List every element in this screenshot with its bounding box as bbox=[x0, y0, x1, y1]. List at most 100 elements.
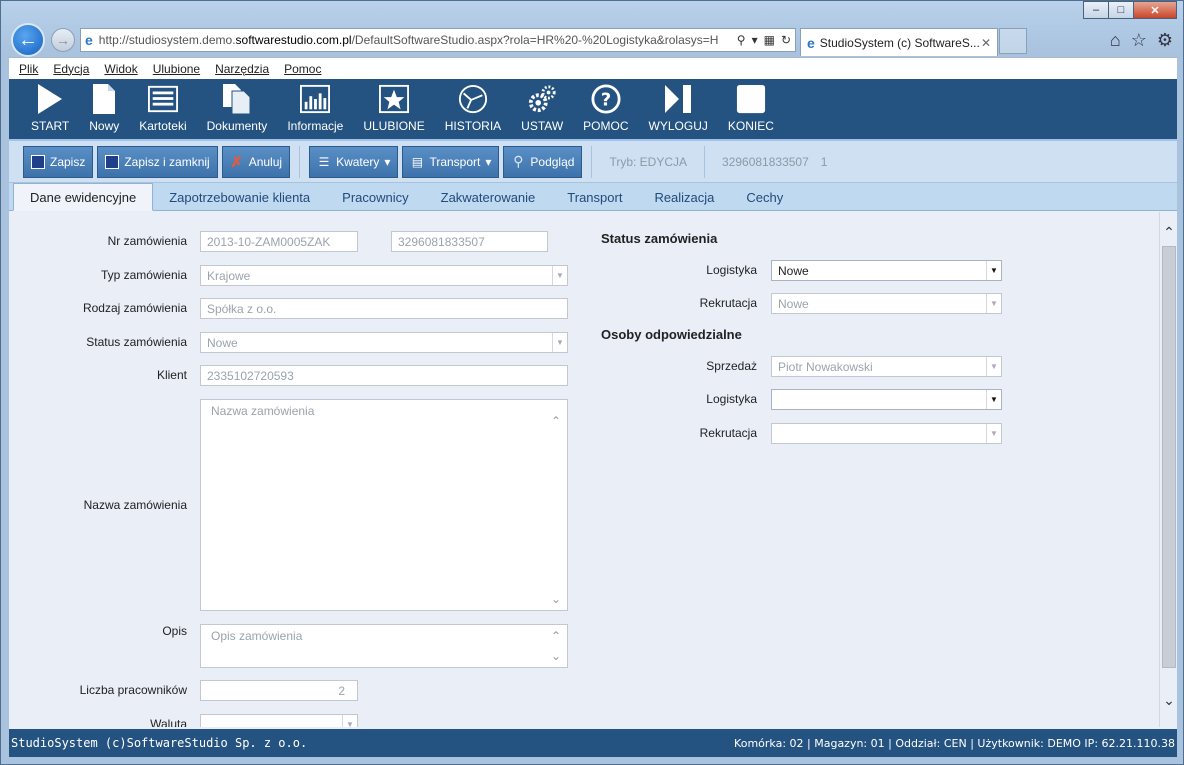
toolbar-koniec-label: KONIEC bbox=[727, 119, 774, 133]
menu-narzedzia[interactable]: Narzędzia bbox=[215, 62, 269, 76]
forward-button[interactable]: → bbox=[51, 28, 75, 52]
nr-field[interactable]: 2013-10-ZAM0005ZAK bbox=[200, 231, 358, 252]
status-logistics-dropdown-icon[interactable]: ▼ bbox=[986, 261, 1001, 280]
menu-pomoc[interactable]: Pomoc bbox=[284, 62, 321, 76]
toolbar-ustaw-label: USTAW bbox=[521, 119, 564, 133]
currency-dropdown-icon[interactable]: ▼ bbox=[342, 715, 357, 727]
forward-arrow-icon: → bbox=[56, 32, 70, 48]
scroll-down-arrow-icon[interactable]: ⌄ bbox=[1162, 692, 1176, 708]
toolbar-separator bbox=[299, 145, 301, 178]
menu-edycja[interactable]: Edycja bbox=[53, 62, 89, 76]
save-label: Zapisz bbox=[50, 154, 86, 169]
nr-field-2[interactable]: 3296081833507 bbox=[391, 231, 548, 252]
tab-zakwaterowanie[interactable]: Zakwaterowanie bbox=[425, 184, 552, 210]
status-logistics-select[interactable]: Nowe ▼ bbox=[771, 260, 1002, 281]
kind-label: Rodzaj zamówienia bbox=[82, 301, 187, 315]
name-textarea[interactable]: Nazwa zamówienia ⌃ ⌄ bbox=[200, 399, 568, 611]
menu-plik[interactable]: Plik bbox=[19, 62, 38, 76]
tab-transport[interactable]: Transport bbox=[551, 184, 638, 210]
toolbar-ulubione[interactable]: ULUBIONE bbox=[353, 79, 434, 139]
toolbar-nowy[interactable]: Nowy bbox=[79, 79, 129, 139]
address-bar[interactable]: e http://studiosystem.demo.softwarestudi… bbox=[80, 28, 796, 52]
close-window-button[interactable]: ✕ bbox=[1133, 1, 1177, 19]
close-tab-icon[interactable]: ✕ bbox=[981, 36, 991, 50]
new-tab-button[interactable] bbox=[999, 28, 1027, 54]
persons-recruit-select[interactable]: ▼ bbox=[771, 423, 1002, 444]
compat-view-icon[interactable]: ▦ bbox=[764, 33, 775, 47]
toolbar-dokumenty[interactable]: Dokumenty bbox=[197, 79, 278, 139]
cancel-button[interactable]: ✗ Anuluj bbox=[221, 145, 291, 178]
browser-tab[interactable]: e StudioSystem (c) SoftwareS... ✕ bbox=[800, 28, 998, 56]
workers-field[interactable]: 2 bbox=[200, 680, 358, 701]
tab-bar: Dane ewidencyjne Zapotrzebowanie klienta… bbox=[9, 183, 1177, 211]
toolbar-pomoc[interactable]: ? POMOC bbox=[573, 79, 638, 139]
help-icon: ? bbox=[591, 83, 621, 115]
order-id-indicator: 3296081833507 bbox=[722, 154, 809, 169]
browser-icons: ⌂ ☆ ⚙ bbox=[1110, 30, 1173, 51]
minimize-button[interactable]: – bbox=[1083, 1, 1109, 19]
persons-logistics-select[interactable]: ▼ bbox=[771, 389, 1002, 410]
persons-sales-value: Piotr Nowakowski bbox=[778, 359, 873, 374]
persons-sales-dropdown-icon[interactable]: ▼ bbox=[986, 357, 1001, 376]
settings-gear-icon[interactable]: ⚙ bbox=[1157, 30, 1173, 51]
scroll-up-arrow-icon[interactable]: ⌃ bbox=[1162, 224, 1176, 240]
scrollbar-thumb[interactable] bbox=[1162, 246, 1176, 668]
address-url: http://studiosystem.demo.softwarestudio.… bbox=[99, 33, 731, 47]
scroll-up-icon[interactable]: ⌃ bbox=[551, 414, 561, 428]
edit-mode-indicator: Tryb: EDYCJA bbox=[609, 154, 688, 169]
tab-realizacja[interactable]: Realizacja bbox=[638, 184, 730, 210]
kind-input[interactable]: Spółka z o.o. bbox=[200, 298, 568, 319]
desc-scroll-down-icon[interactable]: ⌄ bbox=[551, 649, 561, 663]
maximize-button[interactable]: □ bbox=[1108, 1, 1134, 19]
menu-widok[interactable]: Widok bbox=[104, 62, 137, 76]
search-icon[interactable]: ⚲ bbox=[737, 33, 746, 47]
toolbar-informacje[interactable]: Informacje bbox=[277, 79, 353, 139]
toolbar-start[interactable]: START bbox=[21, 79, 79, 139]
back-button[interactable]: ← bbox=[11, 23, 45, 57]
window-controls: – □ ✕ bbox=[1083, 1, 1177, 19]
type-dropdown-icon[interactable]: ▼ bbox=[552, 266, 567, 285]
toolbar-historia[interactable]: HISTORIA bbox=[435, 79, 511, 139]
persons-recruit-label: Rekrutacja bbox=[699, 426, 757, 440]
status-dropdown-icon[interactable]: ▼ bbox=[552, 333, 567, 352]
url-path: /DefaultSoftwareStudio.aspx?rola=HR%20-%… bbox=[351, 33, 719, 47]
toolbar-wyloguj[interactable]: WYLOGUJ bbox=[639, 79, 718, 139]
persons-sales-select[interactable]: Piotr Nowakowski ▼ bbox=[771, 356, 1002, 377]
status-recruit-dropdown-icon[interactable]: ▼ bbox=[986, 294, 1001, 313]
back-arrow-icon: ← bbox=[18, 28, 38, 51]
desc-placeholder: Opis zamówienia bbox=[211, 629, 303, 643]
quarters-button[interactable]: ☰ Kwatery ▾ bbox=[309, 145, 399, 178]
persons-recruit-dropdown-icon[interactable]: ▼ bbox=[986, 424, 1001, 443]
status-recruit-select[interactable]: Nowe ▼ bbox=[771, 293, 1002, 314]
persons-sales-label: Sprzedaż bbox=[706, 359, 757, 373]
desc-scroll-up-icon[interactable]: ⌃ bbox=[551, 629, 561, 643]
content-scrollbar[interactable]: ⌃ ⌄ bbox=[1159, 212, 1177, 727]
transport-button[interactable]: ▤ Transport ▾ bbox=[402, 145, 500, 178]
toolbar-koniec[interactable]: KONIEC bbox=[718, 79, 784, 139]
type-select[interactable]: Krajowe ▼ bbox=[200, 265, 568, 286]
favorites-star-icon[interactable]: ☆ bbox=[1131, 30, 1147, 51]
currency-select[interactable]: ▼ bbox=[200, 714, 358, 727]
save-button[interactable]: Zapisz bbox=[23, 145, 94, 178]
tab-pracownicy[interactable]: Pracownicy bbox=[326, 184, 424, 210]
save-close-button[interactable]: Zapisz i zamknij bbox=[97, 145, 218, 178]
toolbar-kartoteki[interactable]: Kartoteki bbox=[129, 79, 196, 139]
desc-textarea[interactable]: Opis zamówienia ⌃ ⌄ bbox=[200, 624, 568, 668]
menu-ulubione[interactable]: Ulubione bbox=[153, 62, 200, 76]
scroll-down-icon[interactable]: ⌄ bbox=[551, 592, 561, 606]
tab-dane-ewidencyjne[interactable]: Dane ewidencyjne bbox=[13, 183, 154, 211]
home-icon[interactable]: ⌂ bbox=[1110, 30, 1121, 51]
persons-logistics-dropdown-icon[interactable]: ▼ bbox=[986, 390, 1001, 409]
desc-textarea-scrollbar[interactable]: ⌃ ⌄ bbox=[551, 629, 565, 663]
toolbar-informacje-label: Informacje bbox=[287, 119, 344, 133]
name-textarea-scrollbar[interactable]: ⌃ ⌄ bbox=[551, 414, 565, 606]
tab-zapotrzebowanie-klienta[interactable]: Zapotrzebowanie klienta bbox=[153, 184, 326, 210]
record-count-indicator: 1 bbox=[820, 154, 828, 169]
preview-button[interactable]: ⚲ Podgląd bbox=[503, 145, 583, 178]
tab-cechy[interactable]: Cechy bbox=[730, 184, 799, 210]
toolbar-ustaw[interactable]: USTAW bbox=[511, 79, 573, 139]
status-select[interactable]: Nowe ▼ bbox=[200, 332, 568, 353]
dropdown-icon[interactable]: ▾ bbox=[752, 33, 758, 47]
client-field[interactable]: 2335102720593 bbox=[200, 365, 568, 386]
refresh-icon[interactable]: ↻ bbox=[781, 33, 791, 47]
